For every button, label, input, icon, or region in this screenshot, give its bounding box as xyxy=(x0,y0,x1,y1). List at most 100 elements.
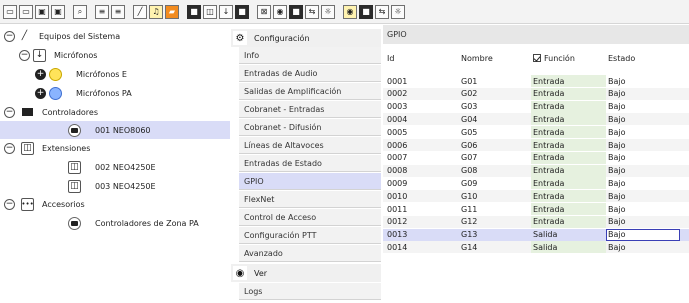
expand-icon[interactable]: + xyxy=(35,68,46,80)
table-row[interactable]: 0012 G12 Entrada Bajo xyxy=(383,215,689,228)
cell-function[interactable]: Entrada xyxy=(533,205,564,214)
nav-item-salidas-amplificacion[interactable]: Salidas de Amplificación xyxy=(239,83,381,100)
cell-function[interactable]: Entrada xyxy=(533,77,564,86)
gear-icon[interactable]: ☼ xyxy=(321,4,335,19)
cell-state[interactable]: Bajo xyxy=(608,205,626,214)
cell-function[interactable]: Entrada xyxy=(533,217,564,226)
nav-item-gpio[interactable]: GPIO xyxy=(239,173,381,190)
cell-function[interactable]: Entrada xyxy=(533,102,564,111)
nav-item-cobranet-entradas[interactable]: Cobranet - Entradas xyxy=(239,101,381,118)
chart-icon[interactable]: ⊠ xyxy=(257,4,271,19)
cell-function[interactable]: Entrada xyxy=(533,89,564,98)
new-window-icon[interactable]: ▭ xyxy=(19,4,33,19)
table-row[interactable]: 0009 G09 Entrada Bajo xyxy=(383,177,689,190)
tree-item-accesorios[interactable]: − ••• Accesorios xyxy=(0,195,230,213)
cell-state[interactable]: Bajo xyxy=(608,179,626,188)
cell-function[interactable]: Entrada xyxy=(533,166,564,175)
cell-state[interactable]: Bajo xyxy=(608,153,626,162)
cell-state[interactable]: Bajo xyxy=(608,128,626,137)
tree-item-controladores[interactable]: − Controladores xyxy=(0,103,230,121)
new-document-icon[interactable]: ▭ xyxy=(3,4,17,19)
list-icon[interactable]: ≡ xyxy=(111,4,125,19)
nav-item-logs[interactable]: Logs xyxy=(239,283,381,300)
table-row[interactable]: 0005 G05 Entrada Bajo xyxy=(383,126,689,139)
table-row[interactable]: 0011 G11 Entrada Bajo xyxy=(383,203,689,215)
speaker-icon[interactable]: ■ xyxy=(235,4,249,19)
tree-item-microfonos-e[interactable]: + Micrófonos E xyxy=(0,65,230,83)
nav-item-entradas-audio[interactable]: Entradas de Audio xyxy=(239,65,381,82)
tree-item-zona-pa[interactable]: Controladores de Zona PA xyxy=(0,214,230,232)
cell-state[interactable]: Bajo xyxy=(608,77,626,86)
music-note-icon[interactable]: ♫ xyxy=(149,4,163,19)
cell-state[interactable]: Bajo xyxy=(608,192,626,201)
table-row[interactable]: 0008 G08 Entrada Bajo xyxy=(383,164,689,177)
cell-state[interactable]: Bajo xyxy=(608,141,626,150)
device-icon[interactable]: ◫ xyxy=(203,4,217,19)
image-icon[interactable]: ▰ xyxy=(165,4,179,19)
tree-item-microfonos-pa[interactable]: + Micrófonos PA xyxy=(0,84,230,102)
screen-icon[interactable]: ■ xyxy=(359,4,373,19)
save-icon[interactable]: ▣ xyxy=(35,4,49,19)
search-icon[interactable]: ⌕ xyxy=(73,4,87,19)
tree-item-neo4250e-002[interactable]: ◫ 002 NEO4250E xyxy=(0,158,230,176)
edit-checkbox-icon[interactable] xyxy=(533,53,541,62)
config-header[interactable]: ⚙ Configuración xyxy=(231,29,381,47)
table-row[interactable]: 0003 G03 Entrada Bajo xyxy=(383,100,689,113)
column-header-name[interactable]: Nombre xyxy=(461,54,493,63)
nav-item-lineas-altavoces[interactable]: Líneas de Altavoces xyxy=(239,137,381,154)
collapse-icon[interactable]: − xyxy=(4,30,15,42)
column-header-state[interactable]: Estado xyxy=(608,54,635,63)
table-row[interactable]: 0006 G06 Entrada Bajo xyxy=(383,139,689,151)
view-header[interactable]: ◉ Ver xyxy=(231,264,381,282)
cell-function[interactable]: Salida xyxy=(533,243,557,252)
nav-item-flexnet[interactable]: FlexNet xyxy=(239,191,381,208)
column-header-function[interactable]: Función xyxy=(533,53,575,63)
cell-state[interactable]: Bajo xyxy=(608,243,626,252)
cell-function[interactable]: Entrada xyxy=(533,179,564,188)
cell-state[interactable]: Bajo xyxy=(608,230,626,239)
display-icon[interactable]: ■ xyxy=(187,4,201,19)
nav-item-configuracion-ptt[interactable]: Configuración PTT xyxy=(239,227,381,244)
cell-function[interactable]: Entrada xyxy=(533,141,564,150)
monitor-icon[interactable]: ■ xyxy=(289,4,303,19)
collapse-icon[interactable]: − xyxy=(19,49,30,61)
tree-item-extensiones[interactable]: − ◫ Extensiones xyxy=(0,139,230,157)
nav-item-info[interactable]: Info xyxy=(239,47,381,64)
export-icon[interactable]: ⇆ xyxy=(375,4,389,19)
table-row[interactable]: 0001 G01 Entrada Bajo xyxy=(383,75,689,87)
cell-function[interactable]: Entrada xyxy=(533,153,564,162)
tree-item-neo8060[interactable]: 001 NEO8060 xyxy=(0,121,230,139)
table-row[interactable]: 0013 G13 Salida Bajo xyxy=(383,228,689,241)
cell-state[interactable]: Bajo xyxy=(608,217,626,226)
cell-state[interactable]: Bajo xyxy=(608,89,626,98)
nav-item-control-acceso[interactable]: Control de Acceso xyxy=(239,209,381,226)
collapse-icon[interactable]: − xyxy=(4,106,15,118)
cell-function[interactable]: Entrada xyxy=(533,192,564,201)
settings-icon[interactable]: ☼ xyxy=(391,4,405,19)
cell-state[interactable]: Bajo xyxy=(608,115,626,124)
arrows-icon[interactable]: ⇆ xyxy=(305,4,319,19)
table-row[interactable]: 0004 G04 Entrada Bajo xyxy=(383,113,689,126)
nav-item-cobranet-difusion[interactable]: Cobranet - Difusión xyxy=(239,119,381,136)
cell-function[interactable]: Entrada xyxy=(533,115,564,124)
cell-state[interactable]: Bajo xyxy=(608,166,626,175)
table-row[interactable]: 0014 G14 Salida Bajo xyxy=(383,241,689,254)
line-tool-icon[interactable]: ╱ xyxy=(133,4,147,19)
microphone-icon[interactable]: ↓ xyxy=(219,4,233,19)
cell-function[interactable]: Entrada xyxy=(533,128,564,137)
column-header-id[interactable]: Id xyxy=(387,54,394,63)
cell-state[interactable]: Bajo xyxy=(608,102,626,111)
mic-blue-icon[interactable]: ◉ xyxy=(273,4,287,19)
cell-function[interactable]: Salida xyxy=(533,230,557,239)
tree-item-equipos[interactable]: − ╱ Equipos del Sistema xyxy=(0,27,230,45)
tree-item-neo4250e-003[interactable]: ◫ 003 NEO4250E xyxy=(0,177,230,195)
nav-item-entradas-estado[interactable]: Entradas de Estado xyxy=(239,155,381,172)
save-as-icon[interactable]: ▣ xyxy=(51,4,65,19)
table-row[interactable]: 0007 G07 Entrada Bajo xyxy=(383,151,689,164)
collapse-icon[interactable]: − xyxy=(4,198,15,210)
table-row[interactable]: 0002 G02 Entrada Bajo xyxy=(383,87,689,100)
table-row[interactable]: 0010 G10 Entrada Bajo xyxy=(383,190,689,203)
collapse-icon[interactable]: − xyxy=(4,142,15,154)
mic-yellow-icon[interactable]: ◉ xyxy=(343,4,357,19)
nav-item-avanzado[interactable]: Avanzado xyxy=(239,245,381,262)
